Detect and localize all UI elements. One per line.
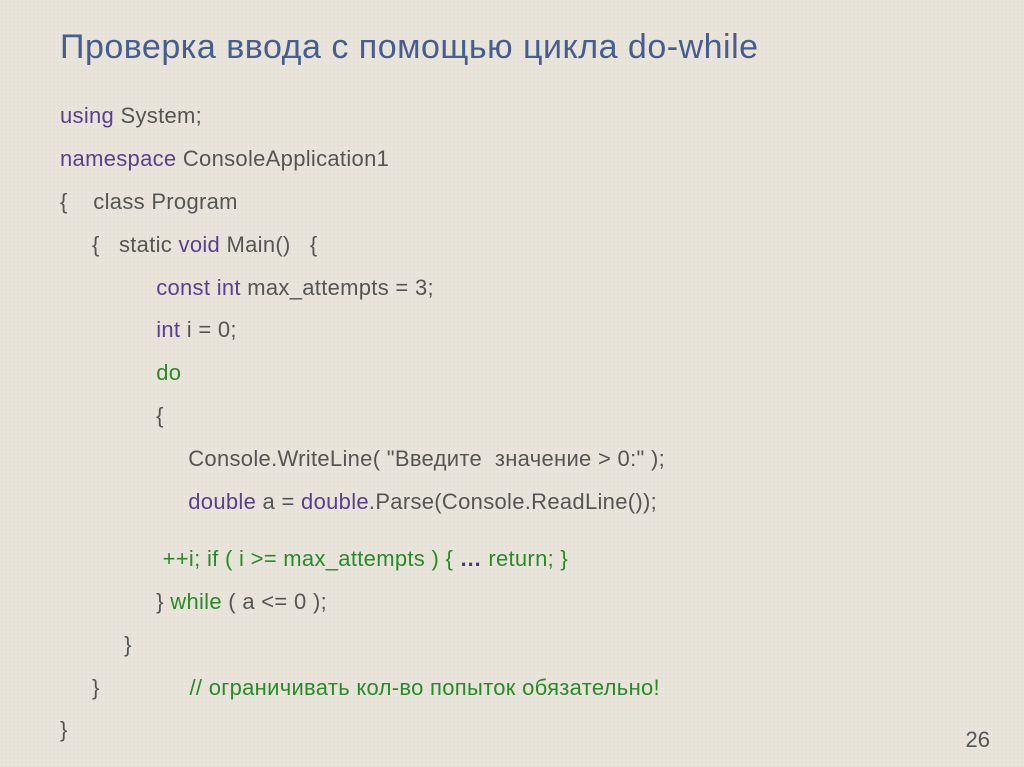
code-text: i = 0; bbox=[180, 317, 237, 342]
code-text: Program bbox=[145, 189, 238, 214]
code-line: double a = double.Parse(Console.ReadLine… bbox=[60, 481, 964, 524]
slide: Проверка ввода с помощью цикла do-while … bbox=[0, 0, 1024, 752]
code-line: Console.WriteLine( "Введите значение > 0… bbox=[60, 438, 964, 481]
code-text: ( i >= max_attempts ) { bbox=[219, 546, 460, 571]
kw-int: int bbox=[217, 275, 241, 300]
kw-using: using bbox=[60, 103, 114, 128]
code-line: ++i; if ( i >= max_attempts ) { … return… bbox=[60, 538, 964, 581]
code-text: { bbox=[60, 232, 119, 257]
code-block: using System; namespace ConsoleApplicati… bbox=[60, 95, 964, 752]
kw-double: double bbox=[301, 489, 369, 514]
code-text: { bbox=[60, 189, 93, 214]
kw-while: while bbox=[170, 589, 222, 614]
comment: // ограничивать кол-во попыток обязатель… bbox=[189, 675, 660, 700]
code-text: Console.WriteLine( "Введите значение > 0… bbox=[60, 446, 665, 471]
code-text: max_attempts = 3; bbox=[241, 275, 434, 300]
code-text bbox=[60, 489, 188, 514]
code-text bbox=[60, 546, 163, 571]
code-line: { bbox=[60, 395, 964, 438]
kw-double: double bbox=[188, 489, 256, 514]
code-text: ; } bbox=[548, 546, 568, 571]
code-line: } // ограничивать кол-во попыток обязате… bbox=[60, 667, 964, 710]
code-text bbox=[60, 275, 156, 300]
code-text: } bbox=[60, 717, 68, 742]
code-text: } bbox=[60, 589, 170, 614]
kw-do: do bbox=[156, 360, 181, 385]
ellipsis: … bbox=[460, 546, 482, 571]
code-line: { class Program bbox=[60, 181, 964, 224]
code-line: { static void Main() { bbox=[60, 224, 964, 267]
code-line: } bbox=[60, 709, 964, 752]
code-line: namespace ConsoleApplication1 bbox=[60, 138, 964, 181]
incr: ++i; bbox=[163, 546, 201, 571]
slide-title: Проверка ввода с помощью цикла do-while bbox=[60, 28, 964, 67]
kw-void: void bbox=[179, 232, 221, 257]
kw-if: if bbox=[207, 546, 219, 571]
code-text: .Parse(Console.ReadLine()); bbox=[369, 489, 657, 514]
code-line: using System; bbox=[60, 95, 964, 138]
code-line: int i = 0; bbox=[60, 309, 964, 352]
code-text: System; bbox=[114, 103, 202, 128]
kw-const: const bbox=[156, 275, 210, 300]
code-text: ( a <= 0 ); bbox=[222, 589, 327, 614]
code-text: ConsoleApplication1 bbox=[176, 146, 389, 171]
kw-return: return bbox=[488, 546, 547, 571]
code-text: } bbox=[60, 632, 132, 657]
code-line: } while ( a <= 0 ); bbox=[60, 581, 964, 624]
code-text bbox=[60, 317, 156, 342]
code-text: } bbox=[60, 675, 189, 700]
code-line: } bbox=[60, 624, 964, 667]
page-number: 26 bbox=[966, 727, 990, 753]
kw-class: class bbox=[93, 189, 145, 214]
code-text: { bbox=[60, 403, 164, 428]
kw-static: static bbox=[119, 232, 172, 257]
code-text bbox=[60, 360, 156, 385]
code-line: do bbox=[60, 352, 964, 395]
code-text: Main() { bbox=[220, 232, 317, 257]
kw-int: int bbox=[156, 317, 180, 342]
code-line: const int max_attempts = 3; bbox=[60, 267, 964, 310]
kw-namespace: namespace bbox=[60, 146, 176, 171]
code-text: a = bbox=[256, 489, 301, 514]
